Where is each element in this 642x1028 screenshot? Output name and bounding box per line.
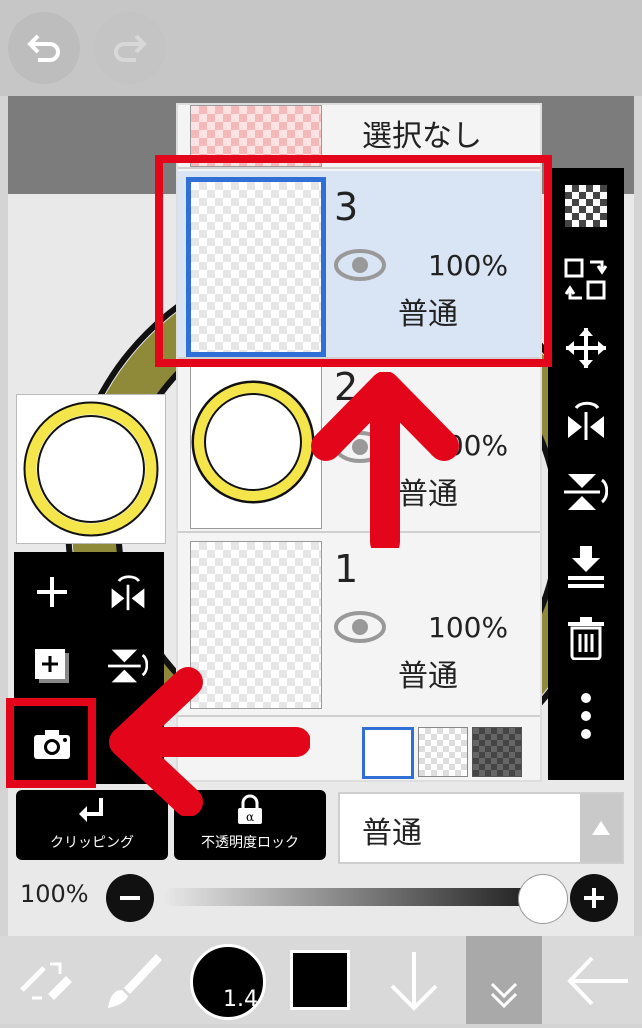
ring-preview — [23, 401, 159, 537]
bg-transparent-swatch[interactable] — [418, 727, 468, 777]
ring-thumbnail — [191, 380, 315, 504]
more-button[interactable] — [548, 686, 624, 746]
up-arrow-annotation — [311, 372, 459, 548]
layer-number: 1 — [334, 547, 359, 591]
flip-vertical-icon — [564, 474, 608, 510]
expand-button[interactable] — [466, 936, 542, 1024]
clipping-label: クリッピング — [50, 835, 134, 851]
delete-layer-button[interactable] — [548, 608, 624, 668]
opacity-label: 100% — [20, 880, 89, 908]
select-tool-icon — [20, 962, 72, 1000]
expand-icon — [490, 982, 518, 1009]
transparency-button[interactable] — [548, 176, 624, 236]
brush-icon — [108, 954, 162, 1008]
merge-down-button[interactable] — [548, 536, 624, 596]
bg-white-swatch[interactable] — [362, 727, 414, 779]
triangle-up-icon — [592, 821, 610, 835]
layer-opacity: 100% — [428, 611, 509, 644]
opacity-lock-label: 不透明度ロック — [201, 835, 299, 851]
left-arrow-annotation — [109, 667, 310, 816]
canvas-preview — [16, 394, 166, 544]
plus-icon — [584, 888, 604, 908]
highlight-camera — [6, 698, 96, 788]
selection-label: 選択なし — [362, 119, 482, 154]
color-swatch-button[interactable] — [290, 950, 350, 1010]
opacity-slider-thumb[interactable] — [518, 874, 568, 924]
transparency-icon — [565, 185, 607, 227]
opacity-plus-button[interactable] — [570, 874, 618, 922]
eye-icon[interactable] — [334, 609, 386, 645]
move-button[interactable] — [548, 318, 624, 378]
add-layer-button[interactable] — [16, 556, 88, 628]
bg-dark-swatch[interactable] — [472, 727, 522, 777]
move-layer-button[interactable] — [548, 250, 624, 310]
opacity-minus-button[interactable] — [106, 874, 154, 922]
right-toolbar — [548, 168, 624, 780]
flip-horizontal-icon — [568, 401, 604, 440]
bottom-toolbar: 1.4 — [0, 936, 642, 1024]
undo-icon — [27, 34, 60, 62]
flip-vertical-button[interactable] — [548, 462, 624, 522]
redo-button[interactable] — [94, 12, 166, 84]
blend-mode-value: 普通 — [362, 816, 422, 851]
layer-blend-mode: 普通 — [398, 659, 458, 694]
back-button[interactable] — [562, 948, 632, 1014]
move-icon — [566, 328, 606, 368]
layer-thumbnail — [190, 365, 322, 529]
highlight-layer-3 — [155, 155, 552, 367]
add-canvas-button[interactable] — [16, 630, 88, 702]
more-icon — [581, 693, 591, 739]
flip-h-icon — [111, 575, 145, 611]
arrow-down-button[interactable] — [384, 948, 444, 1014]
back-icon — [567, 956, 628, 1006]
brush-size-button[interactable]: 1.4 — [190, 944, 266, 1020]
brush-button[interactable] — [100, 948, 166, 1014]
flip-horizontal-button[interactable] — [548, 390, 624, 450]
blend-mode-select[interactable]: 普通 — [338, 792, 624, 864]
move-layer-icon — [564, 258, 608, 300]
select-tool-button[interactable] — [14, 950, 76, 1012]
minus-icon — [120, 896, 140, 900]
blend-mode-dropdown-button[interactable] — [580, 794, 622, 862]
add-canvas-icon — [35, 649, 69, 683]
brush-size-label: 1.4 — [223, 987, 258, 1012]
undo-button[interactable] — [8, 12, 80, 84]
flip-h-button[interactable] — [92, 556, 164, 628]
arrow-down-icon — [390, 952, 438, 1011]
trash-icon — [568, 617, 604, 660]
add-layer-icon — [37, 577, 67, 607]
opacity-slider-track[interactable] — [164, 888, 560, 906]
redo-icon — [114, 34, 147, 62]
merge-down-icon — [568, 546, 604, 588]
